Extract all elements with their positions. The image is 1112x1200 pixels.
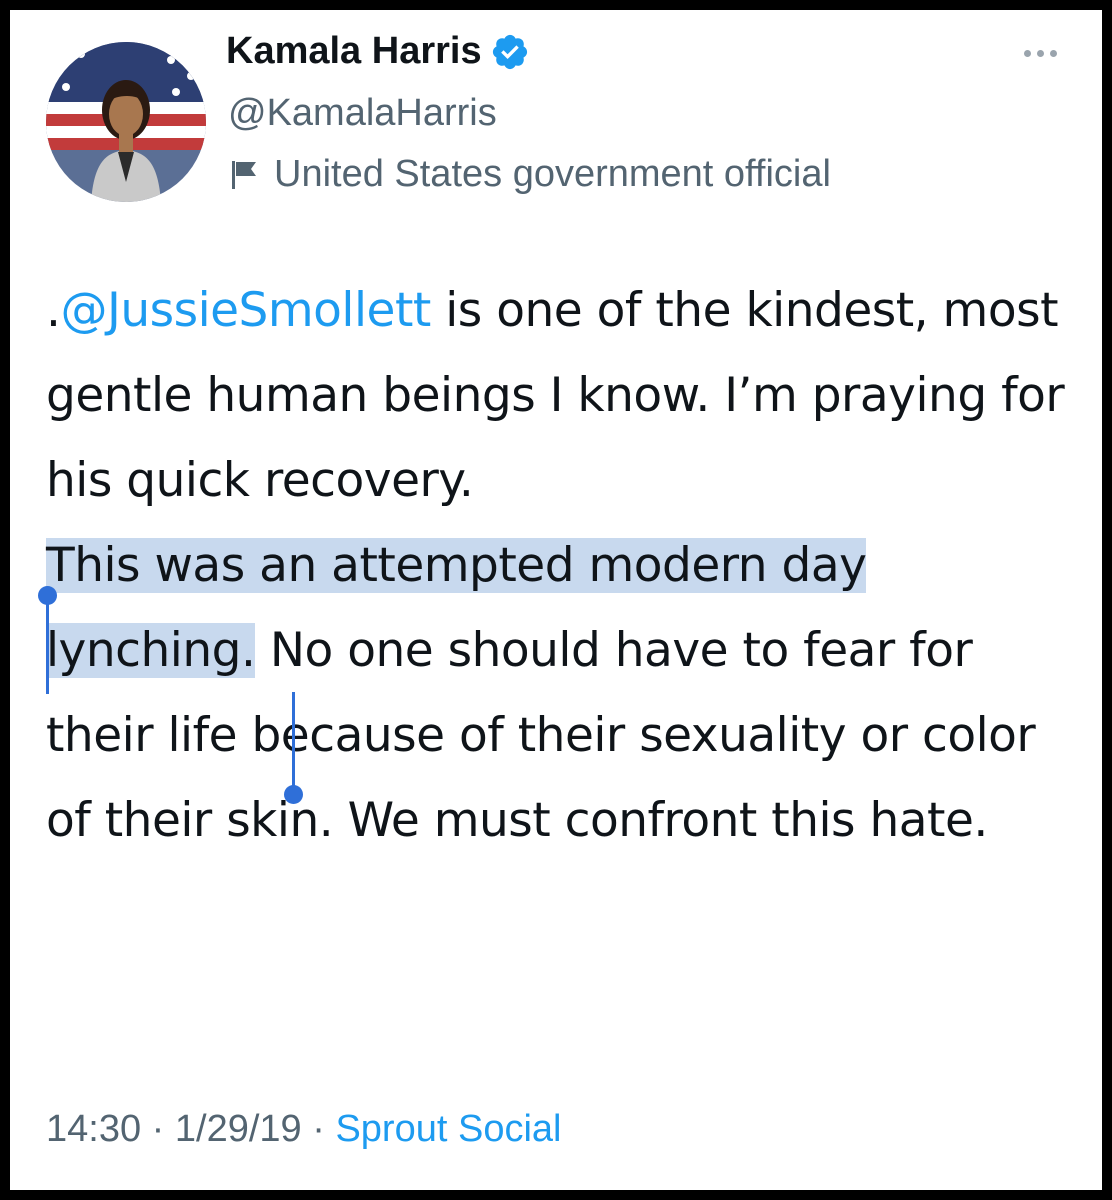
tweet-card: Kamala Harris @KamalaHarris United State… <box>10 10 1102 1190</box>
source-app-link[interactable]: Sprout Social <box>335 1108 561 1150</box>
account-label: United States government official <box>230 153 831 196</box>
tweet-paragraph-2: This was an attempted modern day lynchin… <box>46 523 1086 863</box>
author-handle[interactable]: @KamalaHarris <box>228 92 497 135</box>
avatar[interactable] <box>46 42 206 202</box>
dot <box>1036 49 1044 57</box>
selection-start-handle[interactable] <box>38 586 57 694</box>
tweet-meta: 14:30 · 1/29/19 · Sprout Social <box>46 1108 561 1151</box>
selection-end-handle[interactable] <box>284 692 303 804</box>
tweet-time[interactable]: 14:30 <box>46 1108 141 1150</box>
verified-badge-icon <box>490 32 530 72</box>
author-name-text[interactable]: Kamala Harris <box>226 30 482 73</box>
tweet-paragraph-1: .@JussieSmollett is one of the kindest, … <box>46 268 1086 523</box>
flag-icon <box>230 159 260 191</box>
meta-separator: · <box>141 1108 175 1150</box>
dot <box>1049 49 1057 57</box>
author-name[interactable]: Kamala Harris <box>226 30 530 73</box>
tweet-text: .@JussieSmollett is one of the kindest, … <box>46 268 1086 863</box>
account-label-text: United States government official <box>274 153 831 195</box>
dot <box>1023 49 1031 57</box>
tweet-prefix: . <box>46 283 61 338</box>
more-options-icon[interactable] <box>1010 38 1070 68</box>
tweet-date[interactable]: 1/29/19 <box>175 1108 302 1150</box>
avatar-photo <box>46 42 206 202</box>
meta-separator: · <box>301 1108 336 1150</box>
mention-link[interactable]: @JussieSmollett <box>60 283 431 338</box>
